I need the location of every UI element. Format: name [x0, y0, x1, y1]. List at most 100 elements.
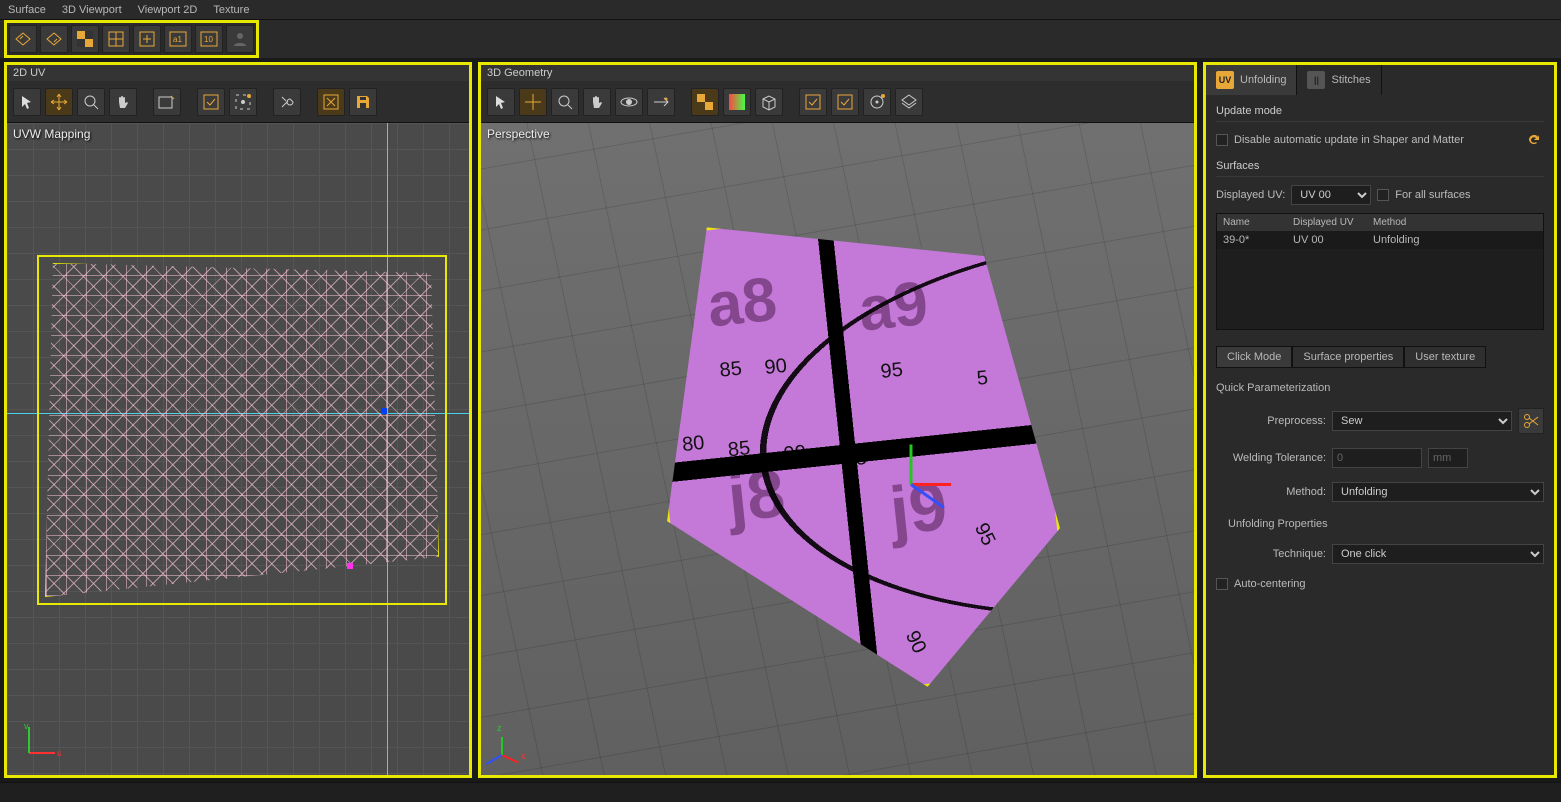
- surfaces-table: Name Displayed UV Method 39-0* UV 00 Unf…: [1216, 213, 1544, 330]
- uv-shell-bounds: [37, 255, 447, 605]
- uv-selected-point[interactable]: [347, 563, 353, 569]
- toolbar-2d: [7, 81, 469, 123]
- picture-magic-icon[interactable]: [153, 88, 181, 116]
- lbl-displayed-uv: Displayed UV:: [1216, 189, 1285, 201]
- surface-3d-object[interactable]: a8 a9 j8 j9 85 90 95 5 80 85 90 95 95 90: [637, 194, 1075, 712]
- check-a-icon[interactable]: [799, 88, 827, 116]
- menubar: Surface 3D Viewport Viewport 2D Texture: [0, 0, 1561, 20]
- section-unfold-props: Unfolding Properties: [1228, 518, 1544, 530]
- focus-target-icon[interactable]: [229, 88, 257, 116]
- pan-3d-icon[interactable]: [583, 88, 611, 116]
- diamond-stack-icon[interactable]: [895, 88, 923, 116]
- menu-3d-viewport[interactable]: 3D Viewport: [62, 4, 122, 16]
- panel-properties: UV Unfolding || Stitches Update mode Dis…: [1203, 62, 1557, 778]
- right-body: Update mode Disable automatic update in …: [1206, 95, 1554, 775]
- subtab-click-mode[interactable]: Click Mode: [1216, 346, 1292, 368]
- tex-j9: j9: [886, 467, 951, 551]
- stitches-tab-icon: ||: [1307, 71, 1325, 89]
- unfolding-tab-icon: UV: [1216, 71, 1234, 89]
- lbl-method: Method:: [1216, 486, 1326, 498]
- scissors-icon[interactable]: [1518, 408, 1544, 434]
- check-box-icon[interactable]: [197, 88, 225, 116]
- chk-auto-center[interactable]: [1216, 578, 1228, 590]
- orbit-icon[interactable]: [615, 88, 643, 116]
- zoom-icon[interactable]: [77, 88, 105, 116]
- right-tabs: UV Unfolding || Stitches: [1206, 65, 1554, 95]
- section-quick-param: Quick Parameterization: [1216, 382, 1544, 394]
- top-toolbar-highlight: a1 10: [4, 20, 259, 58]
- target-power-icon[interactable]: [863, 88, 891, 116]
- subtabs: Click Mode Surface properties User textu…: [1216, 346, 1544, 368]
- chk-disable-auto[interactable]: [1216, 134, 1228, 146]
- viewport-3d[interactable]: Perspective a8 a9 j8 j9 85 90 95 5 80 85…: [481, 123, 1194, 775]
- uv-pivot-point[interactable]: [381, 408, 387, 414]
- checker-3d-icon[interactable]: [691, 88, 719, 116]
- table-row[interactable]: 39-0* UV 00 Unfolding: [1217, 231, 1543, 249]
- select-arrow-3d-icon[interactable]: [487, 88, 515, 116]
- panel-3d-geometry: 3D Geometry Perspective a8 a9: [478, 62, 1197, 778]
- refresh-icon[interactable]: [1524, 130, 1544, 150]
- input-weld-tol[interactable]: [1332, 448, 1422, 468]
- zoom-3d-icon[interactable]: [551, 88, 579, 116]
- section-update-mode: Update mode: [1216, 103, 1544, 122]
- main-area: 2D UV UVW Mapping: [0, 58, 1561, 782]
- bounding-box-icon[interactable]: [317, 88, 345, 116]
- move-3d-icon[interactable]: [519, 88, 547, 116]
- cycle-fwd-icon[interactable]: [40, 25, 68, 53]
- label-10-icon[interactable]: 10: [195, 25, 223, 53]
- lbl-preprocess: Preprocess:: [1216, 415, 1326, 427]
- cycle-back-icon[interactable]: [9, 25, 37, 53]
- menu-texture[interactable]: Texture: [213, 4, 249, 16]
- grid-icon[interactable]: [102, 25, 130, 53]
- tab-unfolding-label: Unfolding: [1240, 74, 1286, 86]
- move-icon[interactable]: [45, 88, 73, 116]
- viewport-2d[interactable]: UVW Mapping u v: [7, 123, 469, 775]
- shading-gradient-icon[interactable]: [723, 88, 751, 116]
- lbl-technique: Technique:: [1216, 548, 1326, 560]
- hdr-method: Method: [1367, 214, 1543, 231]
- subtab-user-texture[interactable]: User texture: [1404, 346, 1486, 368]
- toolbar-3d: [481, 81, 1194, 123]
- axis-indicator-3d: x z: [495, 727, 529, 761]
- check-b-icon[interactable]: [831, 88, 859, 116]
- select-method[interactable]: Unfolding: [1332, 482, 1544, 502]
- tex-a8: a8: [704, 264, 780, 342]
- viewport-2d-label: UVW Mapping: [13, 127, 90, 141]
- panel-2d-uv: 2D UV UVW Mapping: [4, 62, 472, 778]
- wireframe-cube-icon[interactable]: [755, 88, 783, 116]
- tex-a9: a9: [855, 268, 931, 346]
- tex-j8: j8: [724, 454, 789, 538]
- select-technique[interactable]: One click: [1332, 544, 1544, 564]
- subtab-surface-props[interactable]: Surface properties: [1292, 346, 1404, 368]
- svg-text:10: 10: [204, 35, 213, 44]
- lbl-for-all: For all surfaces: [1395, 189, 1470, 201]
- menu-viewport-2d[interactable]: Viewport 2D: [138, 4, 198, 16]
- lbl-weld-tol: Welding Tolerance:: [1216, 452, 1326, 464]
- input-weld-unit: [1428, 448, 1468, 468]
- select-displayed-uv[interactable]: UV 00: [1291, 185, 1371, 205]
- tab-stitches-label: Stitches: [1331, 74, 1370, 86]
- chk-for-all[interactable]: [1377, 189, 1389, 201]
- select-preprocess[interactable]: Sew: [1332, 411, 1512, 431]
- tab-unfolding[interactable]: UV Unfolding: [1206, 65, 1297, 95]
- statusbar: [0, 782, 1561, 802]
- svg-text:u: u: [57, 748, 61, 758]
- label-a1-icon[interactable]: a1: [164, 25, 192, 53]
- fly-icon[interactable]: [647, 88, 675, 116]
- uv-shell-mesh[interactable]: [45, 263, 439, 597]
- svg-text:a1: a1: [173, 35, 182, 44]
- lbl-auto-center: Auto-centering: [1234, 578, 1306, 590]
- section-surfaces: Surfaces: [1216, 158, 1544, 177]
- tab-stitches[interactable]: || Stitches: [1297, 65, 1381, 95]
- hdr-name: Name: [1217, 214, 1287, 231]
- menu-surface[interactable]: Surface: [8, 4, 46, 16]
- tools-icon[interactable]: [273, 88, 301, 116]
- viewport-3d-label: Perspective: [487, 127, 550, 141]
- user-icon[interactable]: [226, 25, 254, 53]
- pan-hand-icon[interactable]: [109, 88, 137, 116]
- panel-2d-title: 2D UV: [7, 65, 469, 81]
- save-icon[interactable]: [349, 88, 377, 116]
- select-arrow-icon[interactable]: [13, 88, 41, 116]
- grid-plus-icon[interactable]: [133, 25, 161, 53]
- checker-icon[interactable]: [71, 25, 99, 53]
